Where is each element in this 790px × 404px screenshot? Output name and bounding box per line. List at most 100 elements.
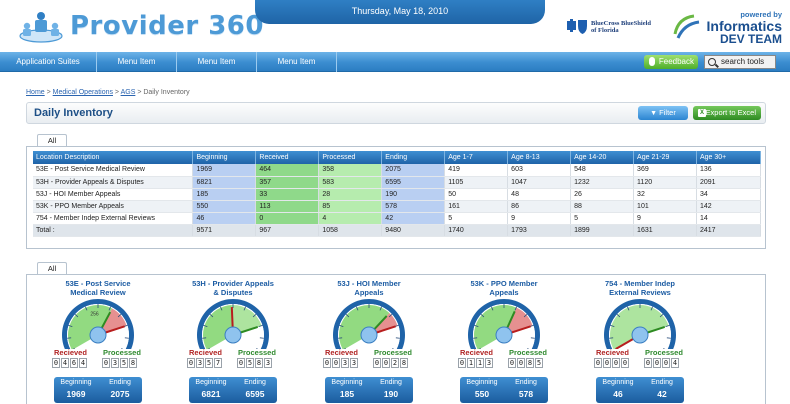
ending-label: Ending (515, 379, 537, 386)
table-total-row: Total :9571 967 1058 9480 1740 1793 1899 1631 24… (33, 223, 762, 237)
beginning-ending-box: Beginning Ending 185 190 (325, 377, 413, 403)
breadcrumb: Home > Medical Operations > AGS > Daily … (26, 89, 190, 96)
counter-digit: 3 (196, 358, 204, 368)
counter-digit: 5 (535, 358, 543, 368)
col-age-30-plus[interactable]: Age 30+ (696, 151, 762, 164)
value-cell: 550 (192, 200, 257, 213)
counter-digit: 4 (671, 358, 679, 368)
counter-digit: 0 (508, 358, 516, 368)
beginning-value: 185 (339, 389, 355, 399)
ending-label: Ending (651, 379, 673, 386)
processed-label: Processed (509, 348, 547, 357)
nav-application-suites[interactable]: Application Suites (0, 52, 97, 72)
breadcrumb-home[interactable]: Home (26, 89, 45, 96)
ending-label: Ending (244, 379, 266, 386)
value-cell: 185 (192, 188, 257, 201)
value-cell: 1969 (192, 164, 257, 177)
counter-digit: 2 (391, 358, 399, 368)
processed-label: Processed (374, 348, 412, 357)
col-age-8-13[interactable]: Age 8-13 (507, 151, 572, 164)
value-cell: 86 (507, 200, 572, 213)
counter-digit: 0 (458, 358, 466, 368)
table-row[interactable]: 754 - Member Indep External Reviews 46 0 4 4… (33, 212, 762, 225)
value-cell: 357 (255, 176, 320, 189)
received-counter: 0113 (458, 358, 494, 368)
filter-button[interactable]: ▼ Filter (638, 106, 688, 120)
ending-value: 2075 (110, 389, 130, 399)
excel-icon: X (698, 109, 706, 117)
value-cell: 142 (696, 200, 762, 213)
gauge-title: 53E - Post Service Medical Review (38, 279, 158, 297)
counter-digit: 0 (612, 358, 620, 368)
beginning-value: 46 (613, 389, 623, 399)
total-label: Total : (33, 223, 194, 237)
counter-digit: 0 (52, 358, 60, 368)
main-nav: Application Suites Menu Item Menu Item M… (0, 52, 790, 72)
col-age-21-29[interactable]: Age 21-29 (633, 151, 697, 164)
breadcrumb-ags[interactable]: AGS (121, 89, 136, 96)
search-tools-input[interactable]: search tools (704, 55, 776, 69)
counter-digit: 5 (120, 358, 128, 368)
processed-counter: 0085 (508, 358, 544, 368)
gauge-card: 53E - Post Service Medical Review 256 Recie… (38, 279, 158, 403)
col-age-1-7[interactable]: Age 1-7 (444, 151, 509, 164)
beginning-label: Beginning (60, 379, 92, 386)
nav-menu-item-1[interactable]: Menu Item (97, 52, 177, 72)
value-cell: 9 (633, 212, 697, 225)
nav-menu-item-3[interactable]: Menu Item (257, 52, 337, 72)
nav-menu-item-2[interactable]: Menu Item (177, 52, 257, 72)
received-label: Recieved (325, 348, 358, 357)
value-cell: 14 (696, 212, 762, 225)
counter-digit: 8 (526, 358, 534, 368)
value-cell: 583 (318, 176, 383, 189)
counter-digit: 4 (79, 358, 87, 368)
table-row[interactable]: 53E - Post Service Medical Review 1969 464… (33, 164, 762, 177)
counter-digit: 3 (350, 358, 358, 368)
received-counter: 0464 (52, 358, 88, 368)
beginning-value: 550 (474, 389, 490, 399)
col-location[interactable]: Location Description (33, 151, 194, 164)
ending-value: 578 (518, 389, 534, 399)
app-logo[interactable]: Provider 360° (18, 8, 278, 44)
value-cell: 548 (570, 164, 635, 177)
filter-icon: ▼ (650, 110, 658, 117)
value-cell: 26 (570, 188, 635, 201)
counter-digit: 8 (129, 358, 137, 368)
gauge-card: 754 - Member Indep External Reviews Reciev… (580, 279, 700, 403)
current-date: Thursday, May 18, 2010 (255, 0, 545, 24)
gauge-hub (631, 326, 649, 344)
swoosh-icon (673, 14, 700, 39)
col-age-14-20[interactable]: Age 14-20 (570, 151, 635, 164)
gauge-title-line-2: Medical Review (70, 288, 126, 297)
value-cell: 369 (633, 164, 697, 177)
beginning-label: Beginning (195, 379, 227, 386)
counter-digit: 0 (594, 358, 602, 368)
counter-digit: 1 (467, 358, 475, 368)
table-row[interactable]: 53K - PPO Member Appeals 550 113 85 578 161 86… (33, 200, 762, 213)
received-counter: 0033 (323, 358, 359, 368)
col-processed[interactable]: Processed (318, 151, 383, 164)
value-cell: 34 (696, 188, 762, 201)
location-cell: 53E - Post Service Medical Review (33, 164, 194, 177)
counter-digit: 0 (644, 358, 652, 368)
value-cell: 88 (570, 200, 635, 213)
value-cell: 161 (444, 200, 509, 213)
table-row[interactable]: 53H - Provider Appeals & Disputes 6821 357… (33, 176, 762, 189)
col-beginning[interactable]: Beginning (192, 151, 257, 164)
counter-digit: 0 (662, 358, 670, 368)
processed-label: Processed (103, 348, 141, 357)
breadcrumb-medical-operations[interactable]: Medical Operations (53, 89, 113, 96)
counter-digit: 5 (205, 358, 213, 368)
export-to-excel-button[interactable]: X Export to Excel (693, 106, 761, 120)
app-title: Provider 360° (70, 11, 278, 41)
col-ending[interactable]: Ending (381, 151, 446, 164)
received-counter: 0357 (187, 358, 223, 368)
gauge-title: 53K - PPO Member Appeals (444, 279, 564, 297)
counter-digit: 0 (621, 358, 629, 368)
beginning-ending-box: Beginning Ending 1969 2075 (54, 377, 142, 403)
counter-digit: 8 (255, 358, 263, 368)
gauge-dial (468, 299, 540, 349)
table-row[interactable]: 53J - HOI Member Appeals 185 33 28 190 50 48 26… (33, 188, 762, 201)
feedback-button[interactable]: Feedback (644, 55, 698, 69)
col-received[interactable]: Received (255, 151, 320, 164)
